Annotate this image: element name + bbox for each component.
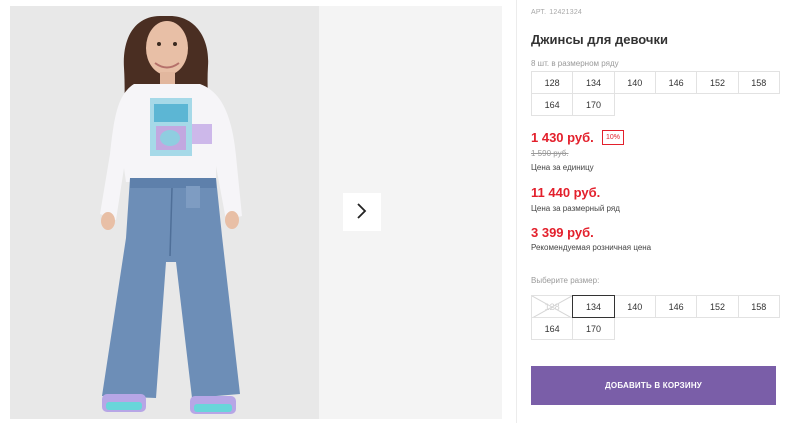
choose-size-label: Выберите размер:: [531, 276, 600, 285]
size-option-164[interactable]: 164: [531, 317, 574, 340]
recommended-price-caption: Рекомендуемая розничная цена: [531, 243, 652, 252]
gallery-next-button[interactable]: [343, 193, 381, 231]
size-option-134[interactable]: 134: [572, 295, 615, 318]
article-number: АРТ. 12421324: [531, 9, 585, 16]
discount-badge: 10%: [602, 130, 625, 145]
old-price: 1 590 руб.: [531, 149, 569, 158]
size-option-128: 128: [531, 295, 574, 318]
pack-size-cell: 140: [613, 71, 656, 94]
pack-note: 8 шт. в размерном ряду: [531, 59, 619, 68]
panel-divider: [516, 0, 517, 423]
size-option-152[interactable]: 152: [696, 295, 739, 318]
product-gallery: [0, 0, 502, 423]
product-title: Джинсы для девочки: [531, 32, 668, 47]
article-label: АРТ.: [531, 9, 547, 16]
size-option-158[interactable]: 158: [737, 295, 780, 318]
pack-size-cell: 134: [572, 71, 615, 94]
add-to-cart-button[interactable]: ДОБАВИТЬ В КОРЗИНУ: [531, 366, 776, 405]
product-photo-illustration: [10, 6, 319, 419]
pack-size-grid: 128 134 140 146 152 158 164 170: [531, 71, 780, 116]
recommended-price: 3 399 руб.: [531, 225, 594, 240]
set-price-caption: Цена за размерный ряд: [531, 204, 620, 213]
article-value: 12421324: [549, 9, 583, 16]
pack-size-cell: 128: [531, 71, 574, 94]
unit-price: 1 430 руб.: [531, 130, 594, 145]
size-option-170[interactable]: 170: [572, 317, 615, 340]
size-picker: 128 134 140 146 152 158 164 170: [531, 295, 780, 340]
size-option-140[interactable]: 140: [613, 295, 656, 318]
unit-price-caption: Цена за единицу: [531, 163, 594, 172]
chevron-right-icon: [356, 202, 368, 223]
pack-size-cell: 152: [696, 71, 739, 94]
pack-size-cell: 164: [531, 93, 574, 116]
size-option-146[interactable]: 146: [654, 295, 698, 318]
pack-size-cell: 158: [737, 71, 780, 94]
product-photo[interactable]: [10, 6, 319, 419]
pack-size-cell: 170: [572, 93, 615, 116]
set-price: 11 440 руб.: [531, 185, 601, 200]
pack-size-cell: 146: [654, 71, 698, 94]
